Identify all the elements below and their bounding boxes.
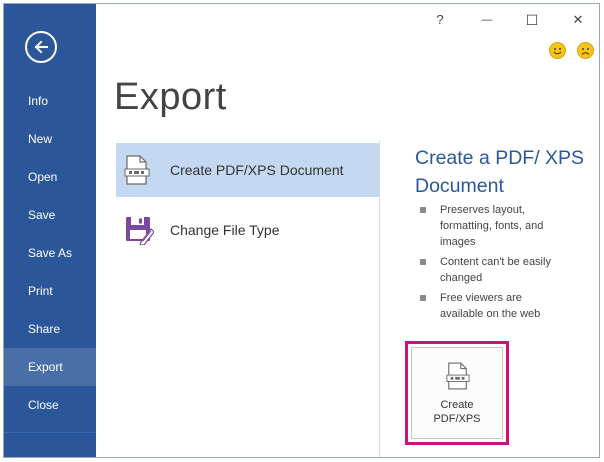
sidebar-item-save[interactable]: Save <box>4 196 96 234</box>
maximize-button[interactable]: ☐ <box>519 10 545 30</box>
sidebar-item-open[interactable]: Open <box>4 158 96 196</box>
help-button[interactable]: ? <box>427 10 453 30</box>
list-item: Free viewers are available on the web <box>418 290 568 322</box>
sidebar-item-export[interactable]: Export <box>4 348 96 386</box>
bullet-text: Preserves layout, formatting, fonts, and… <box>440 204 544 248</box>
page-title: Export <box>114 76 227 118</box>
sidebar-item-save-as[interactable]: Save As <box>4 234 96 272</box>
panel-title: Create a PDF/ XPS Document <box>415 147 585 197</box>
list-item: Content can't be easily changed <box>418 254 568 286</box>
sidebar-item-share[interactable]: Share <box>4 310 96 348</box>
close-window-button[interactable]: ✕ <box>565 10 591 30</box>
sidebar-item-new[interactable]: New <box>4 120 96 158</box>
option-create-pdf-xps[interactable]: Create PDF/XPS Document <box>116 143 379 197</box>
column-divider <box>379 141 380 457</box>
button-label: Create PDF/XPS <box>433 399 481 425</box>
smiley-sad-icon[interactable] <box>577 42 594 59</box>
sidebar-item-print[interactable]: Print <box>4 272 96 310</box>
option-label: Change File Type <box>170 222 280 238</box>
bullet-text: Free viewers are available on the web <box>440 292 541 320</box>
backstage-window: Info New Open Save Save As Print Share E… <box>3 3 600 458</box>
minimize-button[interactable]: — <box>474 10 500 30</box>
option-label: Create PDF/XPS Document <box>170 162 344 178</box>
list-item: Preserves layout, formatting, fonts, and… <box>418 202 568 250</box>
bullet-text: Content can't be easily changed <box>440 256 551 284</box>
feature-list: Preserves layout, formatting, fonts, and… <box>418 202 568 326</box>
sidebar-divider <box>4 432 96 433</box>
change-file-type-icon <box>126 217 154 245</box>
create-pdf-xps-button[interactable]: Create PDF/XPS <box>411 347 503 439</box>
sidebar-item-close[interactable]: Close <box>4 386 96 424</box>
bullet-icon <box>420 207 426 213</box>
pdf-document-icon <box>446 362 470 390</box>
smiley-happy-icon[interactable] <box>549 42 566 59</box>
bullet-icon <box>420 259 426 265</box>
bullet-icon <box>420 295 426 301</box>
back-arrow-icon <box>34 40 48 54</box>
pdf-document-icon <box>124 155 150 185</box>
option-change-file-type[interactable]: Change File Type <box>116 203 379 257</box>
backstage-sidebar: Info New Open Save Save As Print Share E… <box>4 4 96 457</box>
back-button[interactable] <box>25 31 57 63</box>
sidebar-item-info[interactable]: Info <box>4 82 96 120</box>
